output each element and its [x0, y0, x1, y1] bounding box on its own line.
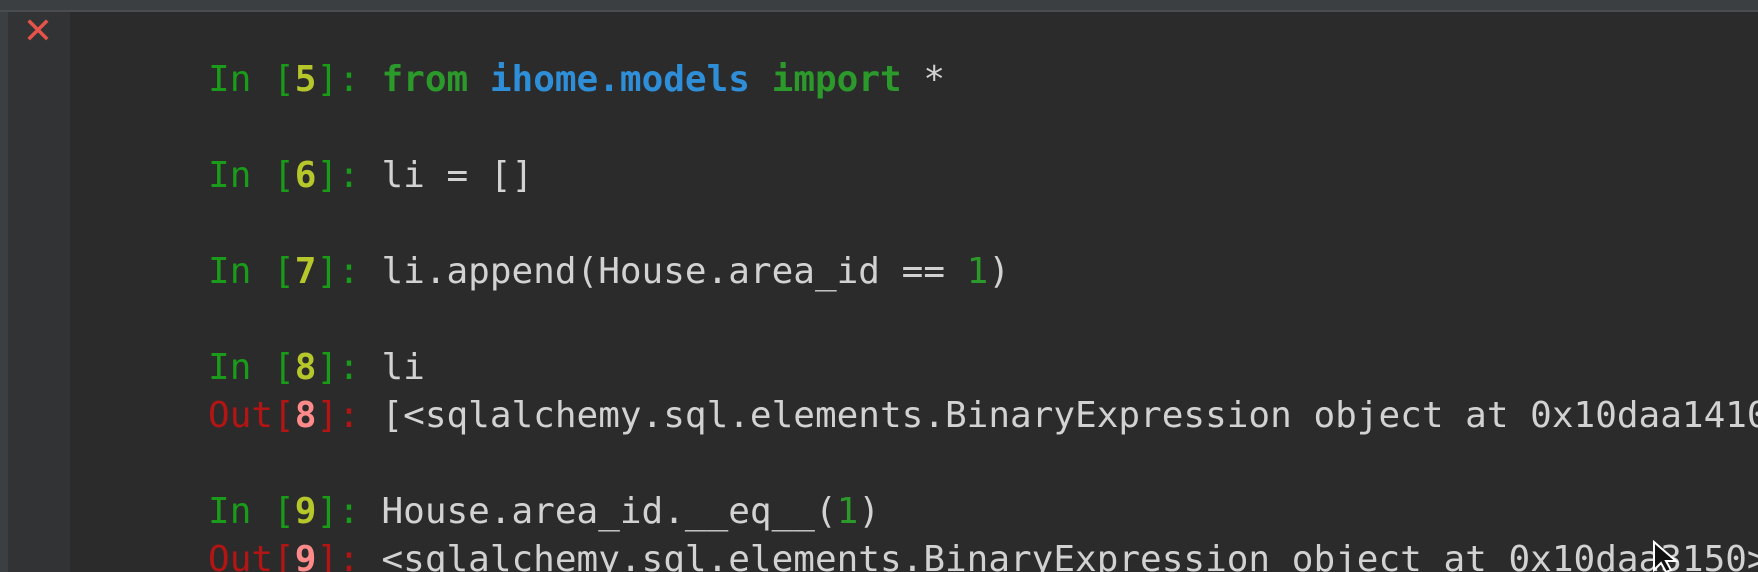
prompt-pre: In [	[208, 251, 295, 292]
code-token: )	[988, 251, 1011, 292]
console-gutter	[0, 12, 70, 572]
mouse-cursor-icon	[1653, 540, 1679, 572]
close-icon[interactable]: ✕	[18, 12, 58, 52]
prompt-number: 5	[294, 59, 317, 100]
console-line-in-5: In [5]: from ihome.models import *	[78, 8, 945, 100]
code-token: import	[771, 59, 902, 100]
console-line-in-7: In [7]: li.append(House.area_id == 1)	[78, 200, 1010, 292]
prompt-post: ]:	[316, 539, 382, 572]
prompt-number: 9	[294, 539, 317, 572]
console-output[interactable]: In [5]: from ihome.models import * In [6…	[78, 0, 1758, 572]
output-text: [<sqlalchemy.sql.elements.BinaryExpressi…	[381, 395, 1758, 436]
gutter-edge	[0, 12, 8, 572]
output-text: <sqlalchemy.sql.elements.BinaryExpressio…	[381, 539, 1758, 572]
code-token: 1	[966, 251, 989, 292]
prompt-pre: Out[	[208, 539, 295, 572]
prompt-post: ]:	[316, 59, 382, 100]
code-token: ihome.models	[489, 59, 750, 100]
console-line-in-8: In [8]: li	[78, 296, 425, 388]
prompt-number: 6	[294, 155, 317, 196]
console-line-out-9: Out[9]: <sqlalchemy.sql.elements.BinaryE…	[78, 488, 1758, 572]
console-line-in-6: In [6]: li = []	[78, 104, 533, 196]
code-token: li = []	[381, 155, 534, 196]
code-token: li.append(House.area_id ==	[381, 251, 967, 292]
prompt-number: 8	[294, 395, 317, 436]
console-line-in-9: In [9]: House.area_id.__eq__(1)	[78, 440, 880, 532]
prompt-post: ]:	[316, 395, 382, 436]
console-line-out-8: Out[8]: [<sqlalchemy.sql.elements.Binary…	[78, 344, 1758, 436]
prompt-pre: In [	[208, 155, 295, 196]
python-console-window: ✕ In [5]: from ihome.models import * In …	[0, 0, 1758, 572]
prompt-post: ]:	[316, 155, 382, 196]
code-token: *	[901, 59, 946, 100]
prompt-number: 7	[294, 251, 317, 292]
prompt-pre: Out[	[208, 395, 295, 436]
prompt-pre: In [	[208, 59, 295, 100]
code-token: from	[381, 59, 469, 100]
prompt-post: ]:	[316, 251, 382, 292]
